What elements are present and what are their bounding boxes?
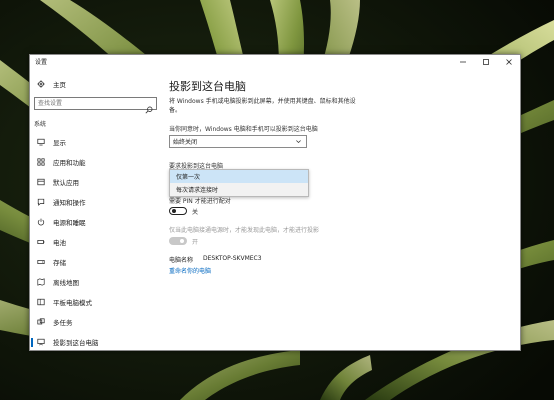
chevron-down-icon	[295, 138, 302, 147]
gear-icon	[32, 80, 50, 88]
sidebar-item-projecting-to-this-pc[interactable]: 投影到这台电脑	[30, 334, 162, 350]
sidebar-item-label: 主页	[53, 81, 66, 89]
page-title: 投影到这台电脑	[169, 80, 246, 93]
allow-projection-dropdown[interactable]: 始终关闭	[169, 135, 307, 148]
content-pane: 投影到这台电脑 将 Windows 手机或电脑投影到此屏幕，并使用其键盘、鼠标和…	[162, 68, 520, 350]
minimize-icon	[460, 61, 466, 62]
power-icon	[32, 218, 50, 226]
monitor-icon	[32, 138, 50, 146]
sidebar-item-label: 通知和操作	[53, 199, 86, 207]
toggle-knob	[180, 239, 184, 243]
minimize-button[interactable]	[452, 55, 474, 68]
page-description: 将 Windows 手机或电脑投影到此屏幕，并使用其键盘、鼠标和其他设备。	[169, 98, 356, 114]
projecting-icon	[32, 338, 50, 346]
sidebar-item-label: 应用和功能	[53, 159, 86, 167]
sidebar-item-power[interactable]: 电源和睡眠	[30, 214, 162, 230]
dropdown-value: 始终关闭	[173, 139, 198, 146]
sidebar-item-display[interactable]: 显示	[30, 134, 162, 150]
option-first-time-only[interactable]: 仅第一次	[170, 170, 308, 183]
apps-icon	[32, 158, 50, 166]
settings-window: 设置 主页 系统 显示	[29, 54, 521, 351]
option-every-time[interactable]: 每次请求连接时	[170, 183, 308, 196]
sidebar-item-offline-maps[interactable]: 离线地图	[30, 274, 162, 290]
require-pin-toggle-state: 关	[192, 209, 199, 216]
search-input-box[interactable]	[34, 97, 157, 114]
sidebar-item-label: 电源和睡眠	[53, 219, 86, 227]
maximize-button[interactable]	[475, 55, 497, 68]
map-icon	[32, 278, 50, 286]
sidebar-item-label: 投影到这台电脑	[53, 339, 99, 347]
sidebar-item-label: 平板电脑模式	[53, 299, 92, 307]
tablet-icon	[32, 298, 50, 306]
plugged-in-only-toggle-state: 开	[192, 239, 199, 246]
default-apps-icon	[32, 178, 50, 186]
sidebar-item-label: 显示	[53, 139, 66, 147]
pc-name-label: 电脑名称	[169, 257, 194, 264]
storage-icon	[32, 258, 50, 266]
plugged-in-only-toggle	[169, 237, 187, 245]
sidebar-item-battery[interactable]: 电池	[30, 234, 162, 250]
maximize-icon	[483, 58, 489, 65]
sidebar-item-label: 默认应用	[53, 179, 79, 187]
multitask-icon	[32, 318, 50, 326]
sidebar-item-apps[interactable]: 应用和功能	[30, 154, 162, 170]
active-indicator	[31, 338, 33, 347]
close-button[interactable]	[498, 55, 520, 68]
notifications-icon	[32, 198, 50, 206]
sidebar-item-multitasking[interactable]: 多任务	[30, 314, 162, 330]
sidebar-item-label: 电池	[53, 239, 66, 247]
sidebar-item-label: 多任务	[53, 319, 73, 327]
ask-to-project-options: 仅第一次 每次请求连接时	[169, 169, 309, 197]
search-input[interactable]	[38, 98, 138, 109]
rename-pc-link[interactable]: 重命名你的电脑	[169, 266, 211, 275]
allow-projection-label: 当你同意时，Windows 电脑和手机可以投影到这台电脑	[169, 126, 318, 133]
battery-icon	[32, 238, 50, 246]
sidebar-item-home[interactable]: 主页	[30, 76, 162, 92]
sidebar-item-tablet-mode[interactable]: 平板电脑模式	[30, 294, 162, 310]
title-bar[interactable]: 设置	[30, 55, 520, 68]
plugged-in-only-label: 仅当此电脑接通电源时，才能发现此电脑，才能进行投影	[169, 227, 320, 234]
sidebar-item-label: 离线地图	[53, 279, 79, 287]
sidebar-item-notifications[interactable]: 通知和操作	[30, 194, 162, 210]
pc-name-value: DESKTOP-SKVMEC3	[203, 255, 262, 262]
require-pin-label: 需要 PIN 才能进行配对	[169, 198, 231, 205]
window-title: 设置	[35, 59, 48, 66]
search-icon[interactable]	[145, 99, 153, 118]
sidebar-section-label: 系统	[34, 121, 47, 128]
close-icon	[506, 58, 512, 65]
sidebar-item-default-apps[interactable]: 默认应用	[30, 174, 162, 190]
sidebar-item-storage[interactable]: 存储	[30, 254, 162, 270]
require-pin-toggle[interactable]	[169, 207, 187, 215]
sidebar-item-label: 存储	[53, 259, 66, 267]
sidebar: 主页 系统 显示 应用和功能 默认应用 通知和操作 电源和睡眠	[30, 68, 162, 350]
toggle-knob	[172, 209, 176, 213]
